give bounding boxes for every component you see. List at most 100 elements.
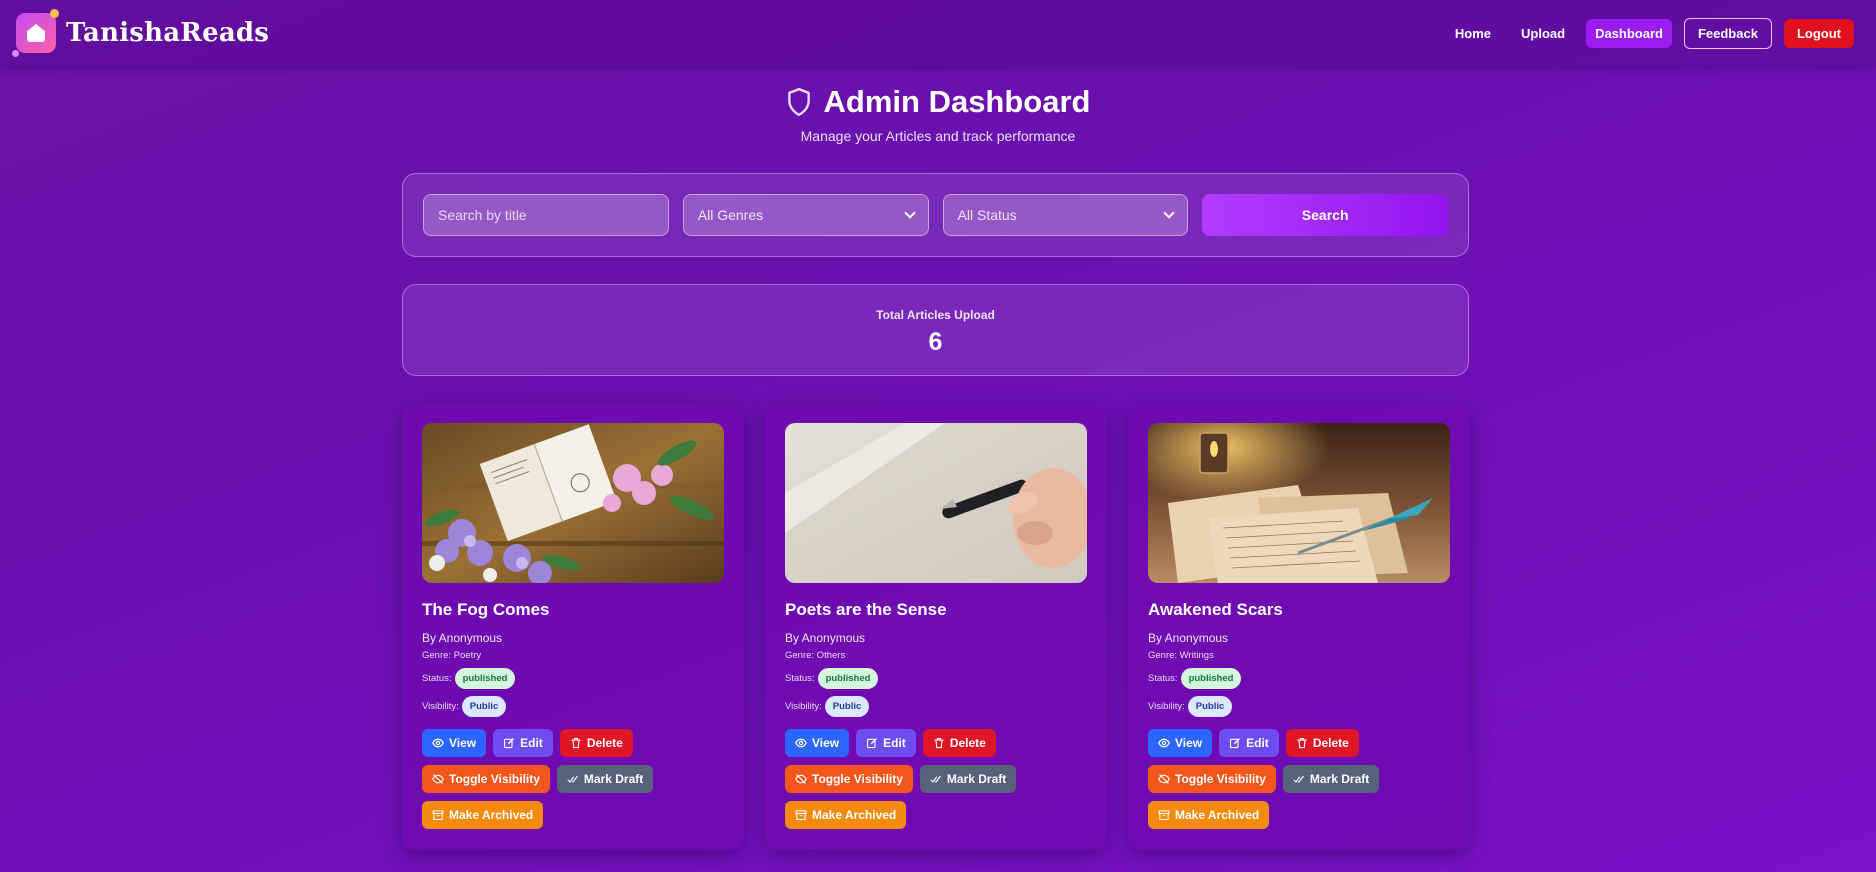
article-image: [422, 423, 724, 583]
article-card: Awakened Scars By Anonymous Genre: Writi…: [1128, 404, 1470, 850]
visibility-label: Visibility:: [422, 701, 459, 712]
toggle-visibility-button[interactable]: Toggle Visibility: [785, 765, 913, 793]
edit-label: Edit: [520, 736, 543, 750]
nav-feedback[interactable]: Feedback: [1683, 17, 1772, 49]
page-header: Admin Dashboard: [0, 84, 1876, 120]
article-author: By Anonymous: [1148, 631, 1229, 645]
article-grid: The Fog Comes By Anonymous Genre: Poetry…: [402, 404, 1470, 850]
article-genre: Genre: Poetry: [422, 650, 482, 661]
visibility-label: Visibility:: [1148, 701, 1185, 712]
toggle-visibility-button[interactable]: Toggle Visibility: [1148, 765, 1276, 793]
article-genre: Genre: Writings: [1148, 650, 1214, 661]
toggle-label: Toggle Visibility: [449, 772, 540, 786]
visibility-badge: Public: [824, 696, 870, 717]
edit-button[interactable]: Edit: [493, 729, 553, 757]
filter-panel: All Genres All Status Search: [402, 173, 1469, 257]
make-archived-button[interactable]: Make Archived: [1148, 801, 1270, 829]
archive-icon: [1158, 810, 1170, 821]
status-badge: published: [1180, 668, 1242, 689]
search-button[interactable]: Search: [1202, 194, 1449, 236]
visibility-badge: Public: [1187, 696, 1233, 717]
shield-icon: [787, 87, 810, 117]
view-label: View: [449, 736, 477, 750]
delete-label: Delete: [949, 736, 986, 750]
delete-button[interactable]: Delete: [559, 729, 633, 757]
toggle-label: Toggle Visibility: [1175, 772, 1266, 786]
eye-off-icon: [795, 774, 807, 784]
double-check-icon: [1293, 775, 1304, 783]
nav-dashboard[interactable]: Dashboard: [1586, 18, 1672, 48]
archive-icon: [432, 810, 444, 821]
status-row: Status: published: [785, 668, 1087, 689]
visibility-row: Visibility: Public: [422, 696, 724, 717]
chevron-down-icon: [903, 207, 916, 219]
view-button[interactable]: View: [785, 729, 850, 757]
eye-icon: [432, 738, 444, 748]
status-badge: published: [454, 668, 516, 689]
logo-icon: [12, 9, 59, 57]
mark-draft-button[interactable]: Mark Draft: [919, 765, 1017, 793]
status-row: Status: published: [1148, 668, 1450, 689]
article-image: [1148, 423, 1450, 583]
delete-button[interactable]: Delete: [922, 729, 996, 757]
make-archived-button[interactable]: Make Archived: [785, 801, 907, 829]
edit-icon: [1230, 738, 1241, 749]
delete-label: Delete: [1312, 736, 1349, 750]
stats-panel: Total Articles Upload 6: [402, 284, 1469, 376]
toggle-label: Toggle Visibility: [812, 772, 903, 786]
double-check-icon: [930, 775, 941, 783]
article-title: The Fog Comes: [422, 600, 550, 619]
article-image: [785, 423, 1087, 583]
status-label: Status:: [422, 673, 452, 684]
genre-select-value: All Genres: [697, 207, 764, 223]
article-author: By Anonymous: [785, 631, 866, 645]
brand[interactable]: TanishaReads: [12, 9, 269, 57]
article-card: Poets are the Sense By Anonymous Genre: …: [765, 404, 1107, 850]
page-title: Admin Dashboard: [823, 84, 1091, 119]
status-label: Status:: [1148, 673, 1178, 684]
status-select-value: All Status: [957, 207, 1017, 223]
edit-label: Edit: [1246, 736, 1269, 750]
delete-label: Delete: [586, 736, 623, 750]
trash-icon: [571, 737, 581, 749]
double-check-icon: [567, 775, 578, 783]
edit-button[interactable]: Edit: [856, 729, 916, 757]
visibility-badge: Public: [461, 696, 507, 717]
article-author: By Anonymous: [422, 631, 503, 645]
status-badge: published: [817, 668, 879, 689]
chevron-down-icon: [1163, 207, 1175, 219]
article-title: Awakened Scars: [1148, 600, 1283, 619]
stat-label: Total Articles Upload: [876, 308, 995, 322]
visibility-row: Visibility: Public: [1148, 696, 1450, 717]
trash-icon: [1297, 737, 1307, 749]
eye-icon: [795, 738, 807, 748]
view-label: View: [1175, 736, 1203, 750]
view-button[interactable]: View: [1148, 729, 1213, 757]
archive-label: Make Archived: [812, 808, 897, 822]
article-title: Poets are the Sense: [785, 600, 947, 619]
search-input[interactable]: [438, 207, 654, 223]
nav-home[interactable]: Home: [1446, 19, 1500, 48]
search-input-wrapper: [423, 194, 669, 236]
status-row: Status: published: [422, 668, 724, 689]
nav-upload[interactable]: Upload: [1512, 19, 1574, 48]
archive-label: Make Archived: [1175, 808, 1260, 822]
view-button[interactable]: View: [422, 729, 487, 757]
genre-select[interactable]: All Genres: [682, 194, 929, 236]
draft-label: Mark Draft: [583, 772, 644, 786]
article-card: The Fog Comes By Anonymous Genre: Poetry…: [402, 404, 744, 850]
toggle-visibility-button[interactable]: Toggle Visibility: [422, 765, 550, 793]
edit-button[interactable]: Edit: [1219, 729, 1279, 757]
mark-draft-button[interactable]: Mark Draft: [1282, 765, 1380, 793]
visibility-row: Visibility: Public: [785, 696, 1087, 717]
navbar: TanishaReads Home Upload Dashboard Feedb…: [0, 0, 1876, 66]
page-subtitle: Manage your Articles and track performan…: [800, 128, 1076, 144]
trash-icon: [934, 737, 944, 749]
make-archived-button[interactable]: Make Archived: [422, 801, 544, 829]
status-select[interactable]: All Status: [942, 194, 1189, 236]
archive-icon: [795, 810, 807, 821]
article-genre: Genre: Others: [785, 650, 846, 661]
logout-button[interactable]: Logout: [1783, 18, 1854, 48]
mark-draft-button[interactable]: Mark Draft: [556, 765, 654, 793]
delete-button[interactable]: Delete: [1285, 729, 1359, 757]
